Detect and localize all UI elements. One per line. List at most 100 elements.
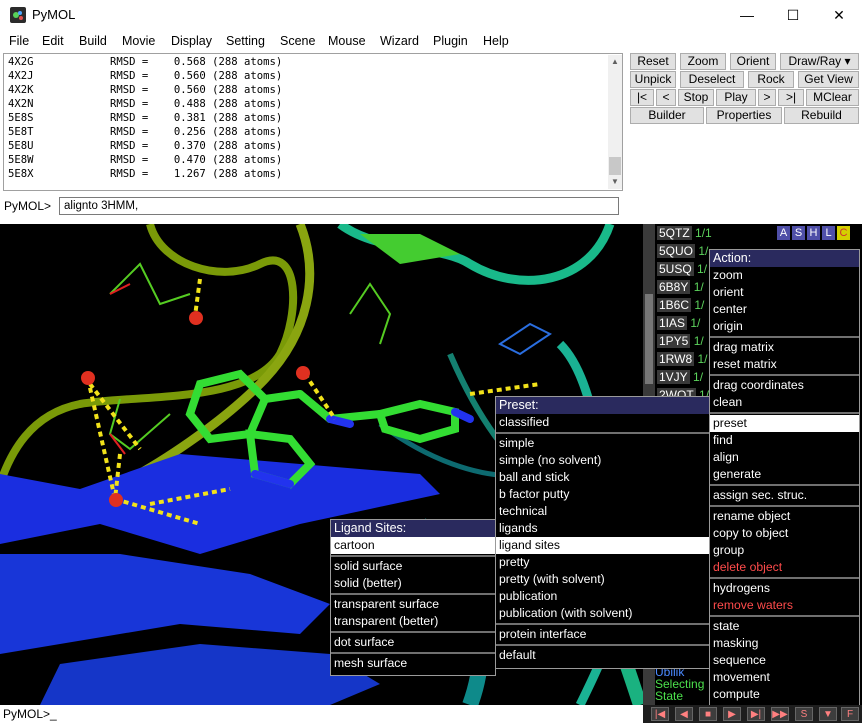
scroll-down-arrow-icon[interactable]: ▼: [608, 175, 622, 189]
menu-item-simple[interactable]: simple: [496, 435, 709, 452]
label-l-button[interactable]: L: [822, 226, 835, 240]
movie-back-icon[interactable]: ◀: [675, 707, 693, 721]
menu-plugin[interactable]: Plugin: [433, 34, 468, 48]
rock-button[interactable]: Rock: [748, 71, 794, 88]
minimize-button[interactable]: —: [724, 0, 770, 31]
menu-item-transparent-surface[interactable]: transparent surface: [331, 596, 495, 613]
menu-item-center[interactable]: center: [710, 301, 859, 318]
menu-item-dot-surface[interactable]: dot surface: [331, 634, 495, 651]
menu-item-remove-waters[interactable]: remove waters: [710, 597, 859, 614]
menu-item-origin[interactable]: origin: [710, 318, 859, 335]
menu-help[interactable]: Help: [483, 34, 509, 48]
menu-item-reset-matrix[interactable]: reset matrix: [710, 356, 859, 373]
menu-scene[interactable]: Scene: [280, 34, 315, 48]
menu-display[interactable]: Display: [171, 34, 212, 48]
menu-item-default[interactable]: default: [496, 647, 709, 664]
menu-item-align[interactable]: align: [710, 449, 859, 466]
menu-item-preset[interactable]: preset: [710, 415, 859, 432]
hide-h-button[interactable]: H: [807, 226, 820, 240]
menu-file[interactable]: File: [9, 34, 29, 48]
scroll-up-arrow-icon[interactable]: ▲: [608, 55, 622, 69]
menu-item-ball-and-stick[interactable]: ball and stick: [496, 469, 709, 486]
object-row[interactable]: 5QTZ 1/1: [657, 226, 777, 243]
menu-item-pretty[interactable]: pretty: [496, 554, 709, 571]
menu-item-movement[interactable]: movement: [710, 669, 859, 686]
get-view-button[interactable]: Get View: [798, 71, 859, 88]
menu-item-simple-no-solvent[interactable]: simple (no solvent): [496, 452, 709, 469]
movie-stop-icon[interactable]: ■: [699, 707, 717, 721]
menu-item-cartoon[interactable]: cartoon: [331, 537, 495, 554]
menu-setting[interactable]: Setting: [226, 34, 265, 48]
movie-dropdown-icon[interactable]: ▼: [819, 707, 837, 721]
maximize-button[interactable]: ☐: [770, 0, 816, 31]
menu-item-zoom[interactable]: zoom: [710, 267, 859, 284]
output-scrollbar[interactable]: ▲ ▼: [608, 55, 622, 189]
movie-fast-forward-icon[interactable]: ▶▶: [771, 707, 789, 721]
menu-wizard[interactable]: Wizard: [380, 34, 419, 48]
menu-item-drag-coordinates[interactable]: drag coordinates: [710, 377, 859, 394]
menu-item-find[interactable]: find: [710, 432, 859, 449]
menu-item-solid-surface[interactable]: solid surface: [331, 558, 495, 575]
menu-item-compute[interactable]: compute: [710, 686, 859, 703]
command-input[interactable]: [59, 197, 619, 215]
back-button[interactable]: <: [656, 89, 676, 106]
menu-item-copy-to-object[interactable]: copy to object: [710, 525, 859, 542]
orient-button[interactable]: Orient: [730, 53, 776, 70]
menu-item-masking[interactable]: masking: [710, 635, 859, 652]
play-button[interactable]: Play: [716, 89, 756, 106]
fullscreen-f-button[interactable]: F: [841, 707, 859, 721]
stop-button[interactable]: Stop: [678, 89, 714, 106]
menu-item-ligand-sites[interactable]: ligand sites: [496, 537, 709, 554]
menu-item-transparent-better[interactable]: transparent (better): [331, 613, 495, 630]
menu-movie[interactable]: Movie: [122, 34, 155, 48]
movie-rewind-icon[interactable]: |◀: [651, 707, 669, 721]
draw-ray-button[interactable]: Draw/Ray ▾: [780, 53, 859, 70]
zoom-button[interactable]: Zoom: [680, 53, 726, 70]
show-s-button[interactable]: S: [792, 226, 805, 240]
mclear-button[interactable]: MClear: [806, 89, 859, 106]
menu-item-technical[interactable]: technical: [496, 503, 709, 520]
action-a-button[interactable]: A: [777, 226, 790, 240]
menu-item-b-factor-putty[interactable]: b factor putty: [496, 486, 709, 503]
menu-item-mesh-surface[interactable]: mesh surface: [331, 655, 495, 672]
color-c-button[interactable]: C: [837, 226, 850, 240]
menu-item-group[interactable]: group: [710, 542, 859, 559]
object-list-scroll-thumb[interactable]: [645, 294, 653, 384]
menu-item-protein-interface[interactable]: protein interface: [496, 626, 709, 643]
movie-play-icon[interactable]: ▶: [723, 707, 741, 721]
close-button[interactable]: ✕: [816, 0, 862, 31]
menu-item-solid-better[interactable]: solid (better): [331, 575, 495, 592]
unpick-button[interactable]: Unpick: [630, 71, 676, 88]
menu-item-assign-sec-struc[interactable]: assign sec. struc.: [710, 487, 859, 504]
menu-item-generate[interactable]: generate: [710, 466, 859, 483]
menu-item-ligands[interactable]: ligands: [496, 520, 709, 537]
menu-item-hydrogens[interactable]: hydrogens: [710, 580, 859, 597]
deselect-button[interactable]: Deselect: [680, 71, 744, 88]
menu-build[interactable]: Build: [79, 34, 107, 48]
menu-item-clean[interactable]: clean: [710, 394, 859, 411]
menu-mouse[interactable]: Mouse: [328, 34, 366, 48]
menu-item-drag-matrix[interactable]: drag matrix: [710, 339, 859, 356]
scene-s-button[interactable]: S: [795, 707, 813, 721]
menu-item-sequence[interactable]: sequence: [710, 652, 859, 669]
menu-item-pretty-with-solvent[interactable]: pretty (with solvent): [496, 571, 709, 588]
menu-item-state[interactable]: state: [710, 618, 859, 635]
forward-button[interactable]: >: [758, 89, 776, 106]
builder-button[interactable]: Builder: [630, 107, 704, 124]
menu-item-delete-object[interactable]: delete object: [710, 559, 859, 576]
menu-item-rename-object[interactable]: rename object: [710, 508, 859, 525]
object-state-count: 1/1: [695, 226, 712, 240]
menu-item-orient[interactable]: orient: [710, 284, 859, 301]
rewind-button[interactable]: |<: [630, 89, 654, 106]
bottom-command-line[interactable]: PyMOL>_: [0, 705, 643, 723]
properties-button[interactable]: Properties: [706, 107, 782, 124]
menu-item-publication[interactable]: publication: [496, 588, 709, 605]
reset-button[interactable]: Reset: [630, 53, 676, 70]
menu-edit[interactable]: Edit: [42, 34, 64, 48]
scroll-thumb[interactable]: [609, 157, 621, 175]
menu-item-classified[interactable]: classified: [496, 414, 709, 431]
menu-item-publication-with-solvent[interactable]: publication (with solvent): [496, 605, 709, 622]
rebuild-button[interactable]: Rebuild: [784, 107, 859, 124]
movie-end-icon[interactable]: ▶|: [747, 707, 765, 721]
end-button[interactable]: >|: [778, 89, 804, 106]
